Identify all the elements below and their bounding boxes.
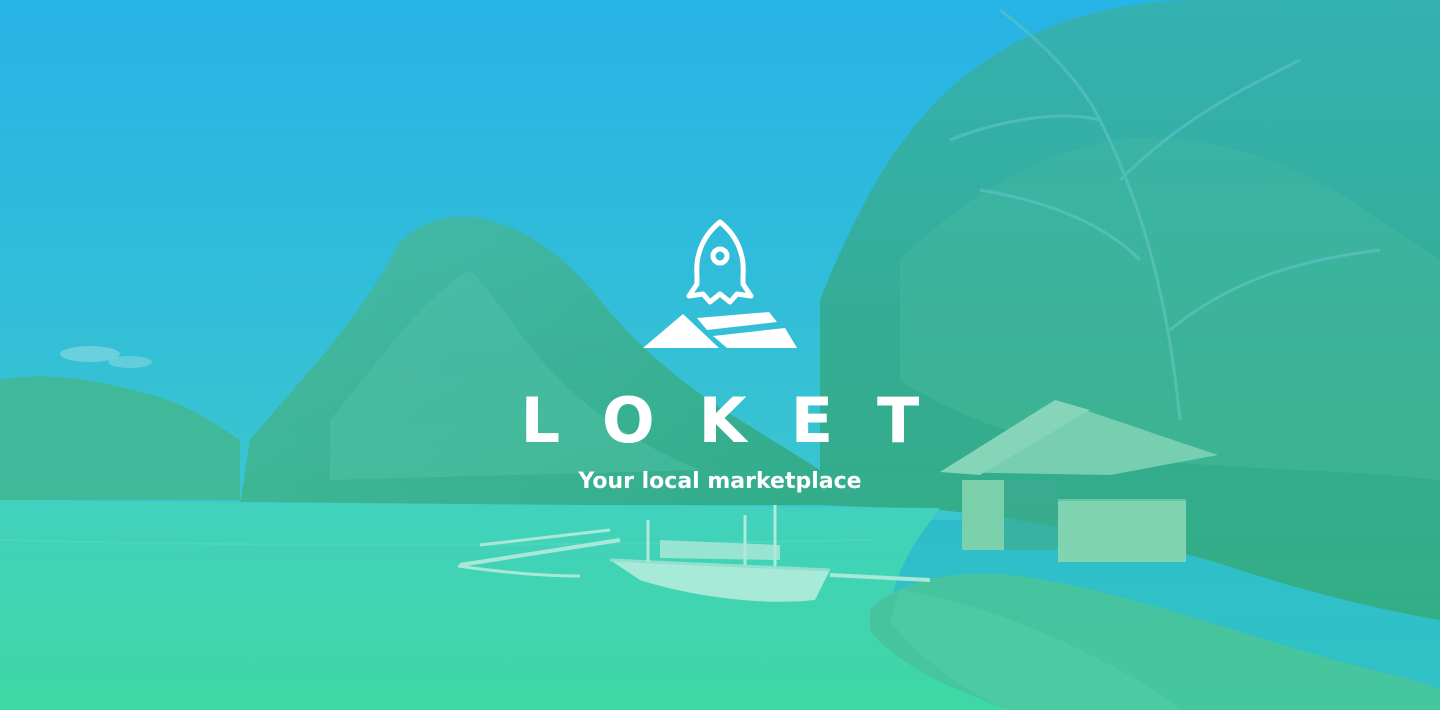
brand-block: LOKET Your local marketplace xyxy=(0,218,1440,496)
hero-banner: LOKET Your local marketplace xyxy=(0,0,1440,710)
rocket-over-map-icon xyxy=(643,219,797,348)
brand-tagline: Your local marketplace xyxy=(578,469,862,494)
brand-name: LOKET xyxy=(520,384,964,457)
